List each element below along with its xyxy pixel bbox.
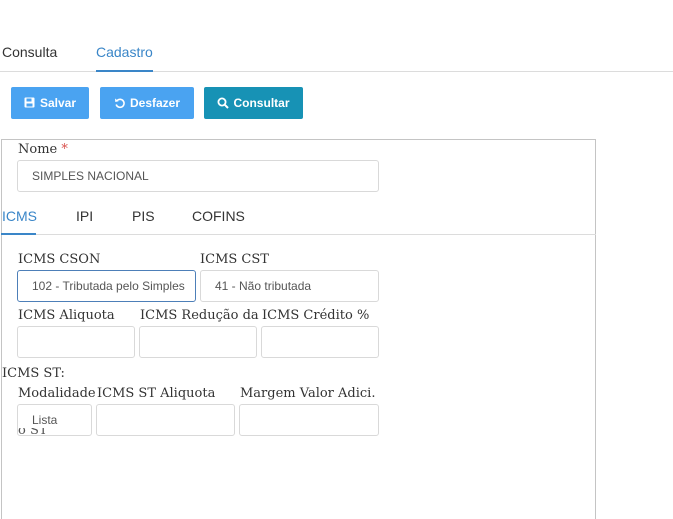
icms-cson-input[interactable]: 102 - Tributada pelo Simples [17,270,196,302]
icms-credito-label: ICMS Crédito % [262,308,370,323]
nome-input[interactable]: SIMPLES NACIONAL [17,160,379,192]
undo-icon [114,97,126,109]
sub-tab-indicator [1,233,36,235]
floppy-disk-icon [24,97,36,109]
icms-st-aliquota-input[interactable] [96,404,235,436]
icms-credito-input[interactable] [261,326,379,358]
query-button-label: Consultar [233,96,290,110]
tab-pis[interactable]: PIS [132,208,155,224]
icms-st-aliquota-label: ICMS ST Aliquota [97,386,216,401]
save-button[interactable]: Salvar [11,87,89,119]
margem-valor-label: Margem Valor Adici. [240,386,376,401]
icms-st-heading: ICMS ST: [2,366,65,381]
active-tab-indicator [96,70,153,72]
tab-cofins[interactable]: COFINS [192,208,245,224]
save-button-label: Salvar [39,96,77,110]
icms-cson-label: ICMS CSON [18,252,101,267]
required-marker: * [61,142,68,157]
icms-reducao-label: ICMS Redução da [140,308,259,323]
modalidade-overflow-text: o ST [18,428,48,438]
top-tab-bar: Consulta Cadastro [0,0,673,73]
nome-label: Nome * [18,142,68,157]
tab-consulta[interactable]: Consulta [2,44,57,60]
margem-valor-input[interactable] [239,404,379,436]
search-icon [217,97,230,109]
icms-reducao-input[interactable] [139,326,257,358]
tab-cadastro[interactable]: Cadastro [96,44,153,60]
icms-aliquota-label: ICMS Aliquota [18,308,115,323]
modalidade-label: Modalidade [18,386,96,401]
sub-tab-divider [1,234,596,235]
icms-aliquota-input[interactable] [17,326,135,358]
icms-cst-input[interactable]: 41 - Não tributada [200,270,379,302]
undo-button-label: Desfazer [129,96,181,110]
tab-ipi[interactable]: IPI [76,208,93,224]
undo-button[interactable]: Desfazer [100,87,194,119]
query-button[interactable]: Consultar [204,87,303,119]
icms-cst-label: ICMS CST [200,252,269,267]
tab-icms[interactable]: ICMS [2,208,37,224]
